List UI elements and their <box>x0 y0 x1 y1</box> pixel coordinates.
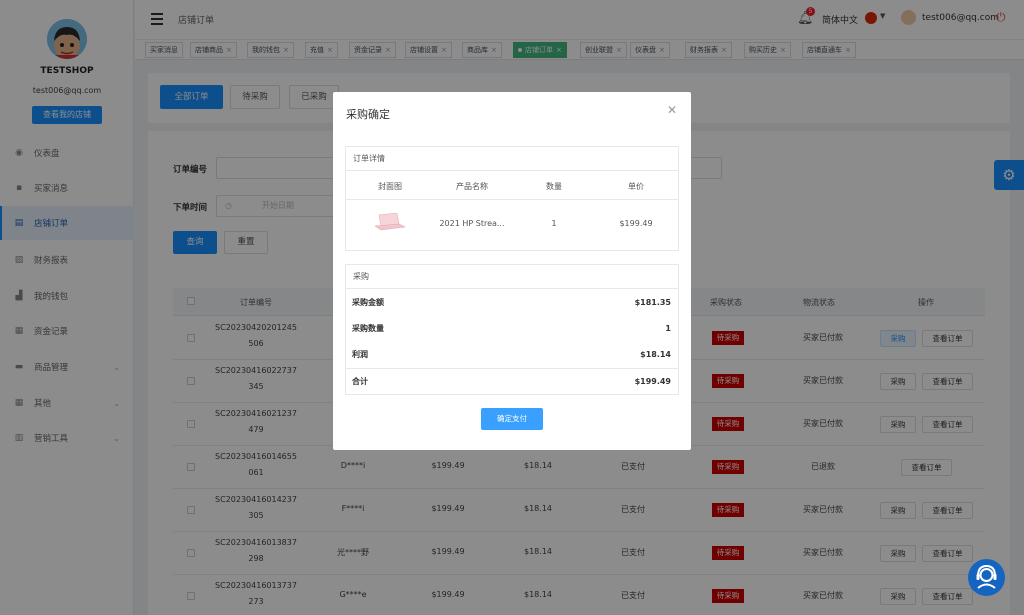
summary-row: 利润 $18.14 <box>352 350 671 359</box>
summary-row: 采购数量 1 <box>352 324 671 333</box>
order-detail-row: 2021 HP Strea... 1 $199.49 <box>346 201 678 250</box>
purchase-confirm-modal: 采购确定 ✕ 订单详情 封面图 产品名称 数量 单价 2021 HP Strea… <box>333 92 691 450</box>
col-product-name: 产品名称 <box>456 182 488 191</box>
product-name: 2021 HP Strea... <box>439 219 505 228</box>
purchase-summary-panel: 采购 采购金额 $181.35 采购数量 1 利润 $18.14 合计 $199.49 <box>345 264 679 395</box>
order-details-panel: 订单详情 封面图 产品名称 数量 单价 2021 HP Strea... 1 $… <box>345 146 679 251</box>
order-details-title: 订单详情 <box>346 147 678 171</box>
product-unit-price: $199.49 <box>619 219 653 228</box>
confirm-pay-button[interactable]: 确定支付 <box>481 408 543 430</box>
summary-total-row: 合计 $199.49 <box>346 368 678 394</box>
product-quantity: 1 <box>551 219 557 228</box>
col-cover: 封面图 <box>378 182 402 191</box>
col-unit-price: 单价 <box>628 182 644 191</box>
purchase-summary-title: 采购 <box>346 265 678 289</box>
modal-title: 采购确定 <box>346 108 390 121</box>
customer-service-icon[interactable] <box>968 559 1005 596</box>
summary-row: 采购金额 $181.35 <box>352 298 671 307</box>
col-quantity: 数量 <box>546 182 562 191</box>
close-icon[interactable]: ✕ <box>667 103 677 117</box>
product-image <box>373 212 407 231</box>
